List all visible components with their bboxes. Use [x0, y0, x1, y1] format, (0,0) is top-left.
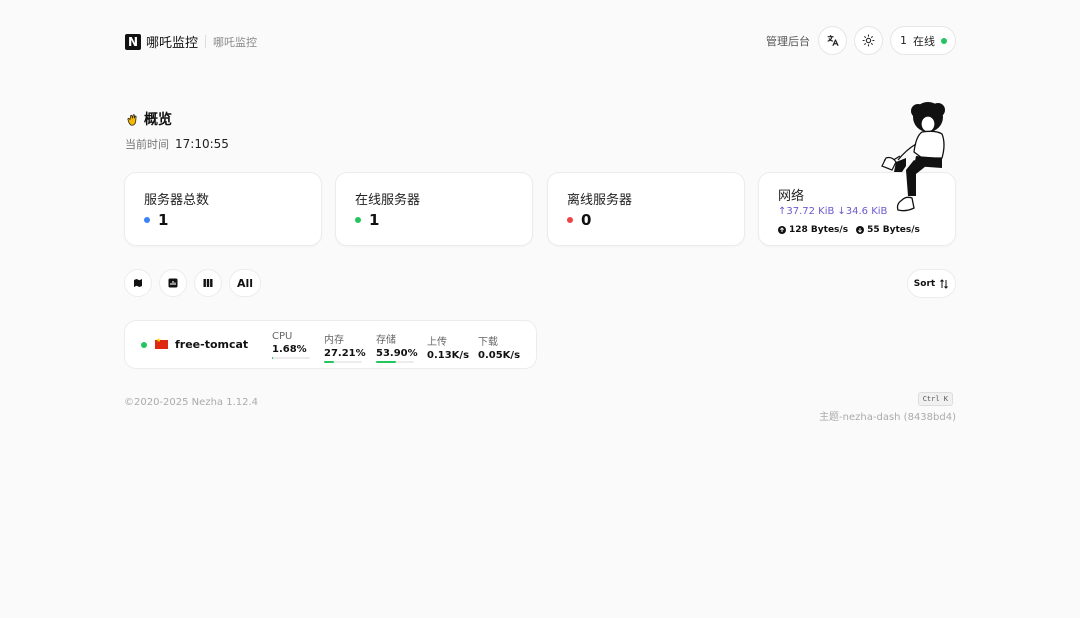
- total-servers-label: 服务器总数: [144, 193, 210, 208]
- memory-metric: 内存 27.21%: [324, 331, 366, 363]
- columns-icon: [203, 279, 213, 287]
- online-servers-label: 在线服务器: [355, 193, 421, 208]
- online-servers-dot: [355, 217, 361, 223]
- cpu-value: 1.68%: [272, 344, 307, 355]
- theme-info: 主题-nezha-dash (8438bd4): [819, 412, 956, 423]
- online-count-pill[interactable]: 1 在线: [890, 26, 956, 55]
- memory-bar-fill: [324, 361, 335, 363]
- brand[interactable]: N 哪吒监控 哪吒监控: [125, 32, 257, 51]
- theme-toggle-button[interactable]: [854, 26, 883, 55]
- network-traffic: ↑37.72 KiB ↓34.6 KiB: [778, 206, 887, 217]
- china-flag-icon: [155, 337, 168, 349]
- online-status-dot: [941, 37, 947, 44]
- online-servers-value: 1: [369, 211, 380, 229]
- language-button[interactable]: [818, 26, 847, 55]
- upload-speed: 128 Bytes/s: [789, 225, 849, 235]
- person-sitting-illustration: [881, 102, 945, 212]
- bar-chart-icon: [168, 278, 178, 288]
- online-servers-card[interactable]: 在线服务器 1: [335, 172, 533, 246]
- download-metric: 下载 0.05K/s: [478, 333, 520, 361]
- header-actions: 管理后台 1 在线: [766, 26, 956, 55]
- sun-icon: [862, 34, 875, 47]
- network-speed: 128 Bytes/s 55 Bytes/s: [778, 225, 920, 235]
- cpu-label: CPU: [272, 331, 293, 342]
- brand-subtitle: 哪吒监控: [213, 35, 258, 49]
- memory-bar: [324, 361, 362, 363]
- server-status-dot: [141, 342, 147, 348]
- admin-link[interactable]: 管理后台: [766, 33, 810, 49]
- offline-servers-value: 0: [581, 211, 592, 229]
- overview-heading: 概览: [144, 112, 172, 128]
- brand-divider: [205, 35, 207, 48]
- download-label: 下载: [478, 337, 498, 348]
- upload-value: 0.13K/s: [427, 350, 470, 361]
- map-icon: [134, 279, 142, 287]
- disk-bar: [376, 361, 414, 363]
- cpu-bar: [272, 357, 310, 359]
- online-label: 在线: [913, 34, 935, 48]
- chart-view-button[interactable]: [159, 269, 187, 297]
- view-filter-bar: All: [124, 269, 261, 297]
- upload-label: 上传: [427, 337, 447, 348]
- upload-metric: 上传 0.13K/s: [427, 333, 469, 361]
- offline-servers-dot: [567, 217, 573, 223]
- current-time-label: 当前时间: [125, 138, 169, 151]
- disk-value: 53.90%: [376, 348, 418, 359]
- server-card[interactable]: free-tomcat CPU 1.68% 内存 27.21% 存储 53.90…: [124, 320, 537, 369]
- filter-all-button[interactable]: All: [229, 269, 261, 297]
- download-speed: 55 Bytes/s: [867, 225, 920, 235]
- cpu-metric: CPU 1.68%: [272, 331, 310, 359]
- upload-speed-icon: [778, 226, 786, 234]
- cpu-bar-fill: [272, 357, 273, 359]
- brand-name: 哪吒监控: [146, 36, 199, 51]
- overview-title: 概览: [125, 109, 229, 129]
- disk-bar-fill: [376, 361, 397, 363]
- translate-icon: [827, 35, 839, 46]
- disk-label: 存储: [376, 335, 396, 346]
- sort-button[interactable]: Sort: [907, 269, 956, 298]
- total-servers-dot: [144, 217, 150, 223]
- overview-section: 概览 当前时间 17:10:55: [125, 109, 229, 152]
- grid-view-button[interactable]: [194, 269, 222, 297]
- sort-label: Sort: [913, 278, 936, 289]
- upload-total: ↑37.72 KiB: [778, 206, 835, 217]
- offline-servers-label: 离线服务器: [567, 193, 633, 208]
- network-label: 网络: [778, 189, 805, 204]
- download-speed-icon: [856, 226, 865, 234]
- current-time: 当前时间 17:10:55: [125, 136, 229, 152]
- disk-metric: 存储 53.90%: [376, 331, 418, 363]
- total-servers-value: 1: [158, 211, 169, 229]
- online-count: 1: [900, 34, 907, 47]
- sort-arrows-icon: [940, 278, 949, 289]
- offline-servers-card[interactable]: 离线服务器 0: [547, 172, 745, 246]
- server-name: free-tomcat: [175, 338, 249, 351]
- current-time-value: 17:10:55: [175, 137, 229, 151]
- copyright: ©2020-2025 Nezha 1.12.4: [124, 397, 259, 408]
- download-value: 0.05K/s: [478, 350, 521, 361]
- total-servers-card[interactable]: 服务器总数 1: [124, 172, 322, 246]
- nezha-logo-icon: N: [125, 33, 141, 50]
- memory-value: 27.21%: [324, 348, 366, 359]
- memory-label: 内存: [324, 335, 344, 346]
- map-view-button[interactable]: [124, 269, 152, 297]
- command-shortcut[interactable]: Ctrl K: [917, 392, 953, 406]
- waving-hand-icon: [127, 113, 137, 126]
